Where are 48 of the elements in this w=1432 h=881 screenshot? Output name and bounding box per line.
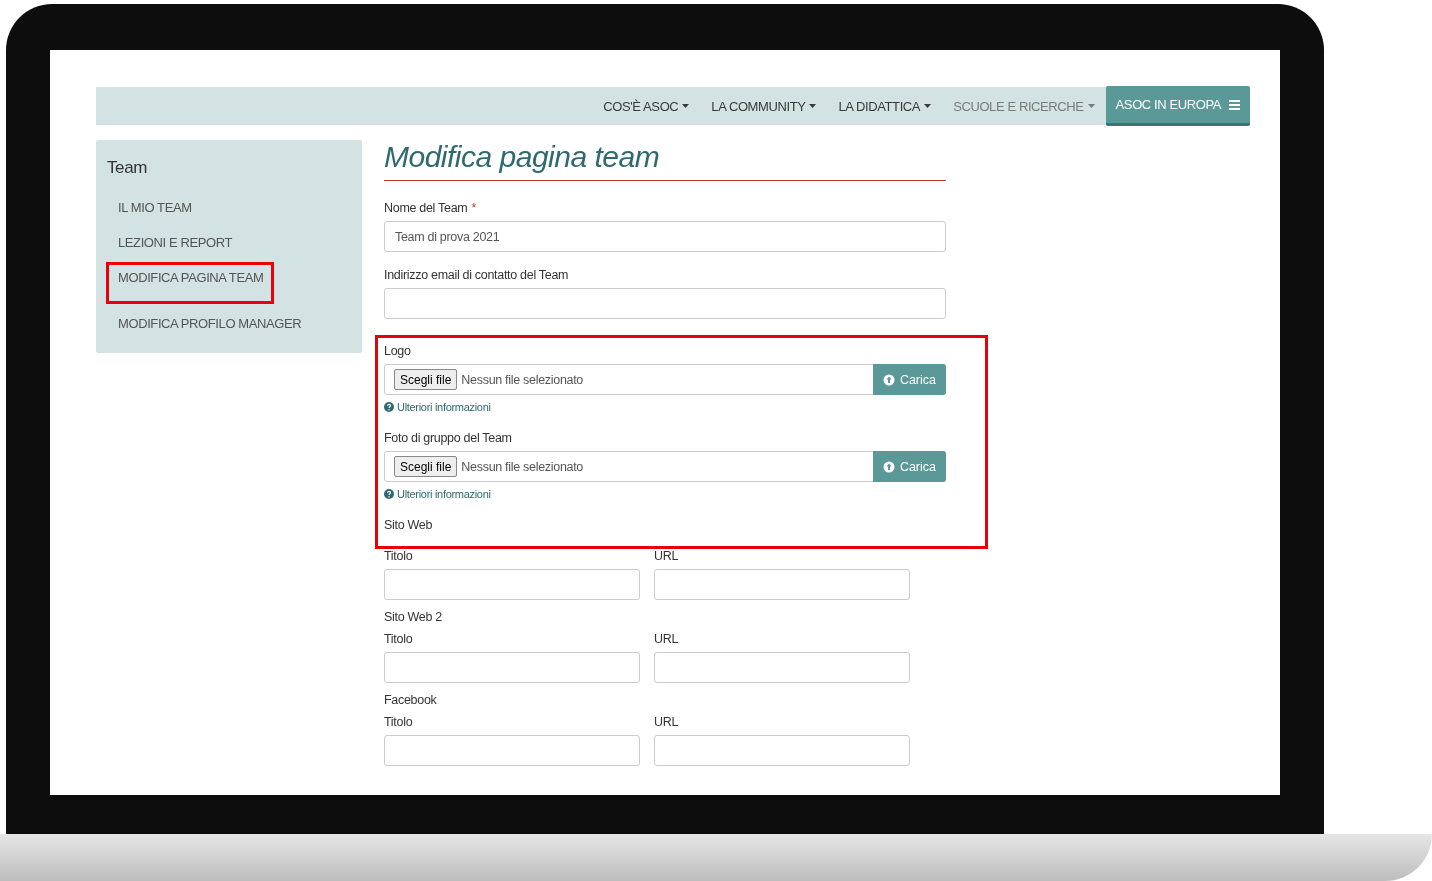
input-field[interactable] bbox=[654, 735, 910, 766]
input-field[interactable] bbox=[654, 652, 910, 683]
field-label: URL bbox=[654, 715, 680, 729]
input-field[interactable] bbox=[384, 288, 946, 319]
field-label: Indirizzo email di contatto del Team bbox=[384, 268, 570, 282]
sidebar-item[interactable]: IL MIO TEAM bbox=[107, 192, 203, 223]
sidebar-item[interactable]: LEZIONI E REPORT bbox=[107, 227, 243, 258]
help-icon bbox=[384, 402, 394, 412]
field-label: Nome del Team * bbox=[384, 201, 477, 215]
input-field[interactable] bbox=[384, 735, 640, 766]
nav-link[interactable]: COS'È ASOC bbox=[592, 98, 701, 114]
input-field[interactable] bbox=[654, 569, 910, 600]
field-label: Titolo bbox=[384, 549, 414, 563]
required-mark: * bbox=[471, 201, 476, 215]
choose-file-button[interactable]: Scegli file bbox=[394, 456, 458, 477]
input-field[interactable]: Team di prova 2021 bbox=[384, 221, 946, 252]
field-label: URL bbox=[654, 549, 680, 563]
sidebar-item[interactable]: MODIFICA PROFILO MANAGER bbox=[107, 308, 313, 339]
input-field[interactable] bbox=[384, 569, 640, 600]
upload-icon bbox=[882, 373, 895, 386]
help-link[interactable]: Ulteriori informazioni bbox=[384, 488, 491, 500]
sidebar-title: Team bbox=[107, 158, 148, 178]
section-heading: Facebook bbox=[384, 693, 438, 707]
file-status: Nessun file selezionato bbox=[461, 372, 584, 387]
file-field[interactable]: Scegli file Nessun file selezionato Carica bbox=[384, 364, 946, 395]
help-icon bbox=[384, 489, 394, 499]
section-heading: Sito Web 2 bbox=[384, 610, 443, 624]
file-status: Nessun file selezionato bbox=[461, 459, 584, 474]
page-title: Modifica pagina team bbox=[384, 140, 946, 181]
upload-icon bbox=[882, 460, 895, 473]
input-field[interactable] bbox=[384, 652, 640, 683]
field-label: Foto di gruppo del Team bbox=[384, 431, 513, 445]
file-field[interactable]: Scegli file Nessun file selezionato Carica bbox=[384, 451, 946, 482]
field-label: Titolo bbox=[384, 632, 414, 646]
caret-icon bbox=[1087, 104, 1095, 108]
caret-icon bbox=[924, 104, 932, 108]
section-heading: Sito Web bbox=[384, 518, 434, 532]
caret-icon bbox=[809, 104, 817, 108]
field-label: Logo bbox=[384, 344, 412, 358]
field-label: Titolo bbox=[384, 715, 414, 729]
field-label: URL bbox=[654, 632, 680, 646]
caret-icon bbox=[682, 104, 690, 108]
nav-link[interactable]: LA COMMUNITY bbox=[700, 98, 828, 114]
menu-icon bbox=[1229, 99, 1240, 110]
help-link[interactable]: Ulteriori informazioni bbox=[384, 401, 491, 413]
nav-link[interactable]: LA DIDATTICA bbox=[827, 98, 943, 114]
choose-file-button[interactable]: Scegli file bbox=[394, 369, 458, 390]
sidebar-item[interactable]: MODIFICA PAGINA TEAM bbox=[106, 262, 275, 304]
